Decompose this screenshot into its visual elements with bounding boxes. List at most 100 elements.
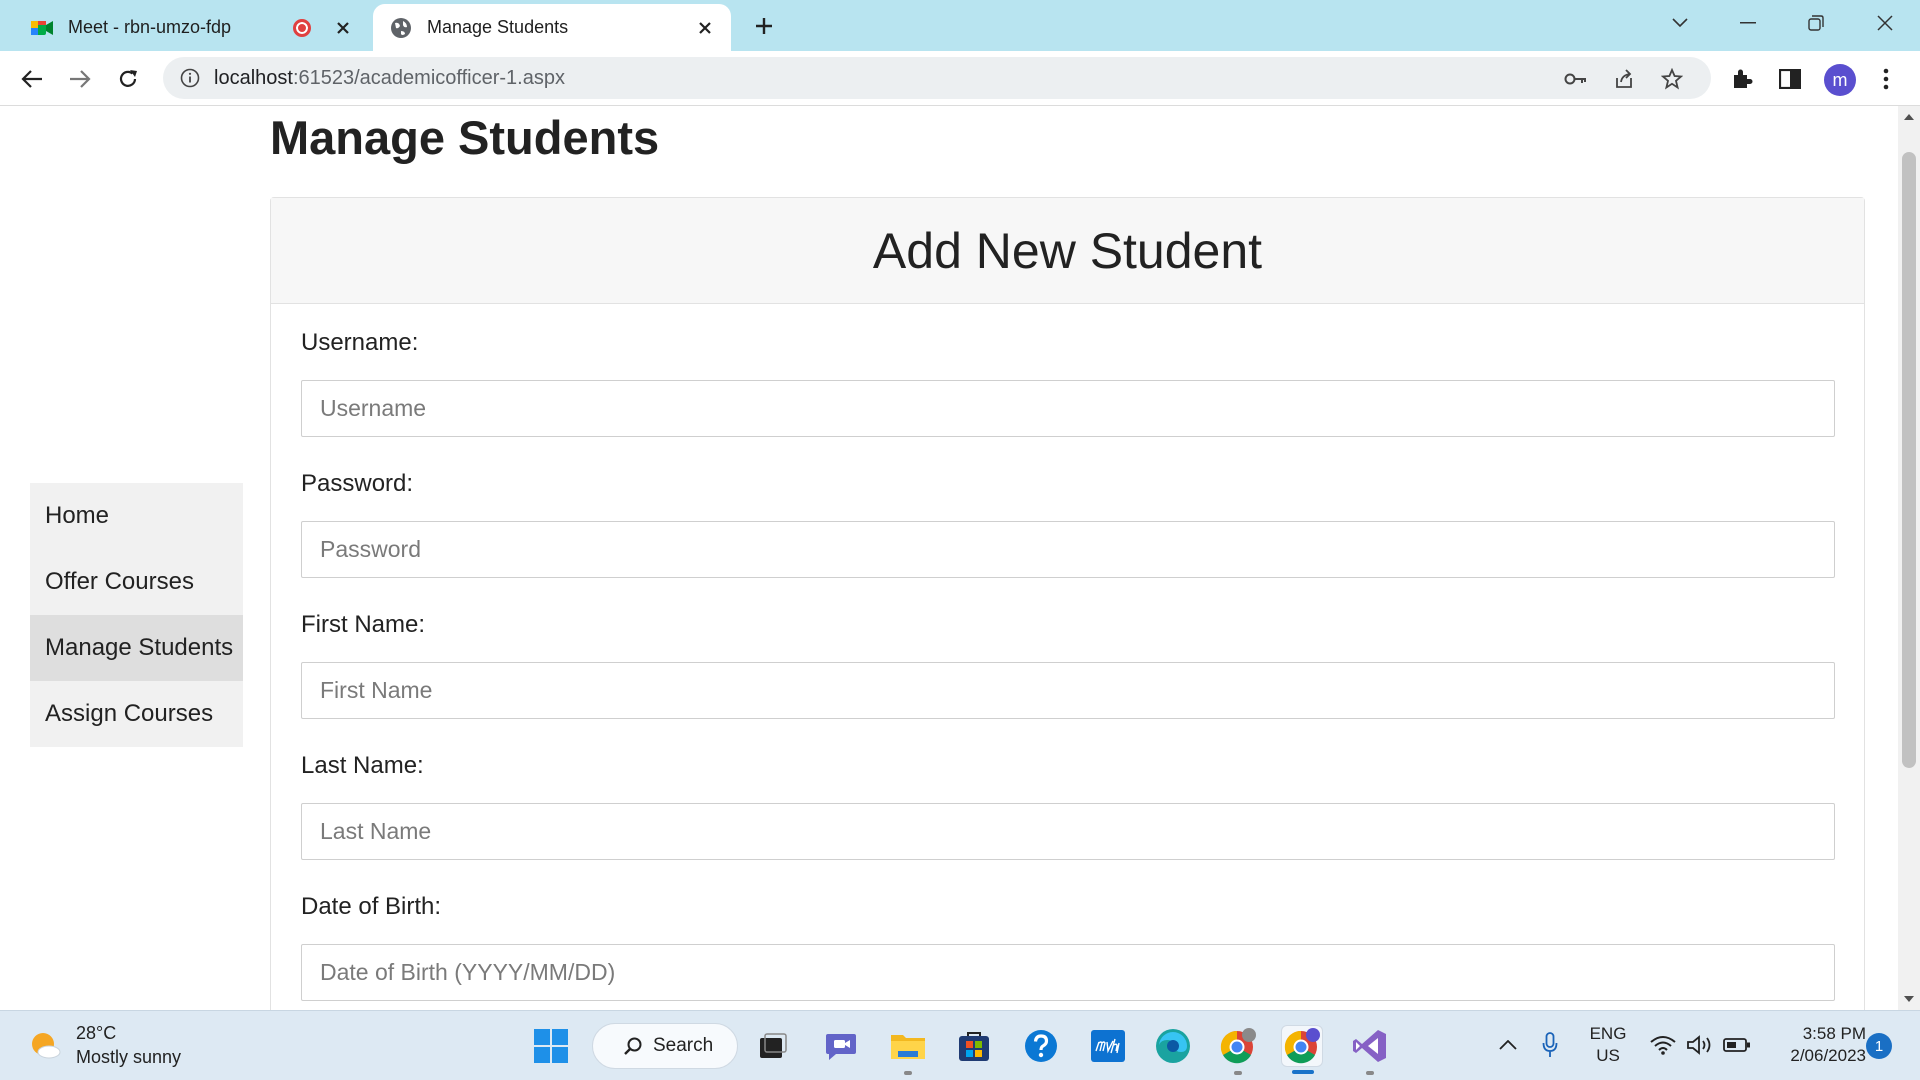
- language-code: ENG: [1589, 1024, 1627, 1043]
- running-indicator: [1234, 1071, 1242, 1075]
- chevron-down-icon: [1672, 18, 1688, 28]
- arrow-right-icon: [70, 70, 91, 88]
- scroll-thumb[interactable]: [1902, 152, 1916, 768]
- add-student-card: Add New Student Username: Password: Firs…: [270, 197, 1865, 1010]
- scroll-down-icon[interactable]: [1902, 992, 1916, 1006]
- globe-icon: [389, 16, 413, 40]
- last-name-input[interactable]: [301, 803, 1835, 860]
- share-icon[interactable]: [1611, 66, 1637, 92]
- microsoft-store-icon[interactable]: [953, 1025, 995, 1067]
- card-title: Add New Student: [271, 198, 1864, 304]
- tab-title: Meet - rbn-umzo-fdp: [68, 17, 232, 37]
- restore-icon: [1808, 15, 1824, 31]
- scroll-up-icon[interactable]: [1902, 110, 1916, 124]
- password-label: Password:: [301, 470, 414, 497]
- minimize-icon: [1740, 22, 1756, 24]
- windows-taskbar: 28°C Mostly sunny Search ENG US 3:58 PM …: [0, 1010, 1920, 1080]
- search-label: Search: [653, 1035, 714, 1056]
- first-name-label: First Name:: [301, 611, 426, 638]
- forward-button[interactable]: [62, 61, 98, 97]
- restore-button[interactable]: [1788, 6, 1844, 40]
- task-view-icon[interactable]: [752, 1025, 794, 1067]
- google-meet-icon: [30, 16, 54, 40]
- teams-chat-icon[interactable]: [820, 1025, 862, 1067]
- visual-studio-icon[interactable]: [1349, 1025, 1391, 1075]
- first-name-group: First Name:: [301, 611, 1835, 719]
- extensions-button[interactable]: [1727, 64, 1757, 94]
- clock-date: 2/06/2023: [1790, 1046, 1866, 1065]
- weather-temperature: 28°C: [76, 1023, 117, 1043]
- microphone-icon[interactable]: [1538, 1031, 1562, 1059]
- side-panel-button[interactable]: [1775, 64, 1805, 94]
- sidebar-item-assign-courses[interactable]: Assign Courses: [30, 681, 243, 747]
- volume-icon[interactable]: [1686, 1033, 1714, 1057]
- url-text[interactable]: localhost:61523/academicofficer-1.aspx: [214, 67, 565, 90]
- recording-indicator-icon: [293, 18, 311, 37]
- reload-icon: [119, 70, 137, 87]
- show-hidden-icons-button[interactable]: [1496, 1033, 1520, 1057]
- file-explorer-icon[interactable]: [887, 1025, 929, 1075]
- password-input[interactable]: [301, 521, 1835, 578]
- minimize-button[interactable]: [1720, 6, 1776, 40]
- browser-toolbar: localhost:61523/academicofficer-1.aspx m: [0, 51, 1920, 106]
- page-scrollbar[interactable]: [1898, 106, 1920, 1010]
- password-group: Password:: [301, 470, 1835, 578]
- bookmark-star-icon[interactable]: [1659, 66, 1685, 92]
- page-title: Manage Students: [270, 111, 660, 164]
- close-icon[interactable]: [695, 18, 715, 38]
- clock-time: 3:58 PM: [1802, 1024, 1866, 1043]
- tab-search-button[interactable]: [1652, 6, 1708, 40]
- sidebar-nav: Home Offer Courses Manage Students Assig…: [30, 483, 243, 747]
- taskbar-search[interactable]: Search: [592, 1023, 738, 1069]
- tab-title: Manage Students: [427, 17, 569, 37]
- tab-manage-students[interactable]: Manage Students: [373, 4, 731, 51]
- chrome-profile-1-icon[interactable]: [1217, 1025, 1259, 1075]
- arrow-left-icon: [21, 70, 42, 88]
- active-indicator: [1292, 1070, 1314, 1074]
- username-group: Username:: [301, 329, 1835, 437]
- input-language[interactable]: ENG US: [1584, 1023, 1632, 1067]
- edge-icon[interactable]: [1152, 1025, 1194, 1067]
- more-vertical-icon: [1883, 68, 1889, 90]
- help-icon[interactable]: [1020, 1025, 1062, 1067]
- weather-widget[interactable]: 28°C Mostly sunny: [28, 1021, 181, 1069]
- chrome-profile-2-icon[interactable]: [1281, 1025, 1323, 1074]
- last-name-group: Last Name:: [301, 752, 1835, 860]
- partly-sunny-icon: [32, 1033, 61, 1059]
- notification-badge[interactable]: 1: [1866, 1033, 1892, 1059]
- running-indicator: [904, 1071, 912, 1075]
- close-icon: [1877, 15, 1893, 31]
- username-input[interactable]: [301, 380, 1835, 437]
- info-icon[interactable]: [180, 68, 200, 88]
- sidebar-item-home[interactable]: Home: [30, 483, 243, 549]
- date-of-birth-label: Date of Birth:: [301, 893, 442, 920]
- back-button[interactable]: [14, 61, 50, 97]
- side-panel-icon: [1779, 69, 1801, 89]
- date-of-birth-input[interactable]: [301, 944, 1835, 1001]
- sidebar-item-manage-students[interactable]: Manage Students: [30, 615, 243, 681]
- browser-menu-button[interactable]: [1871, 64, 1901, 94]
- chevron-up-icon: [1499, 1040, 1517, 1050]
- new-tab-button[interactable]: [748, 10, 780, 42]
- profile-avatar[interactable]: m: [1824, 64, 1856, 96]
- page-viewport: Manage Students Home Offer Courses Manag…: [0, 106, 1898, 1010]
- reload-button[interactable]: [110, 61, 146, 97]
- date-of-birth-group: Date of Birth:: [301, 893, 1835, 1001]
- url-path: :61523/academicofficer-1.aspx: [292, 66, 565, 89]
- weather-text: 28°C Mostly sunny: [76, 1021, 181, 1069]
- plus-icon: [756, 18, 772, 34]
- wifi-icon[interactable]: [1650, 1033, 1676, 1057]
- keyboard-region: US: [1596, 1046, 1620, 1065]
- key-icon[interactable]: [1563, 66, 1589, 92]
- address-bar[interactable]: localhost:61523/academicofficer-1.aspx: [163, 57, 1711, 99]
- myhp-icon[interactable]: [1087, 1025, 1129, 1067]
- close-icon[interactable]: [333, 18, 353, 38]
- sidebar-item-offer-courses[interactable]: Offer Courses: [30, 549, 243, 615]
- puzzle-icon: [1734, 69, 1753, 88]
- battery-icon[interactable]: [1722, 1033, 1752, 1057]
- system-clock[interactable]: 3:58 PM 2/06/2023: [1766, 1023, 1866, 1067]
- close-window-button[interactable]: [1857, 6, 1913, 40]
- first-name-input[interactable]: [301, 662, 1835, 719]
- start-button[interactable]: [530, 1025, 572, 1067]
- tab-meet[interactable]: Meet - rbn-umzo-fdp: [14, 4, 369, 51]
